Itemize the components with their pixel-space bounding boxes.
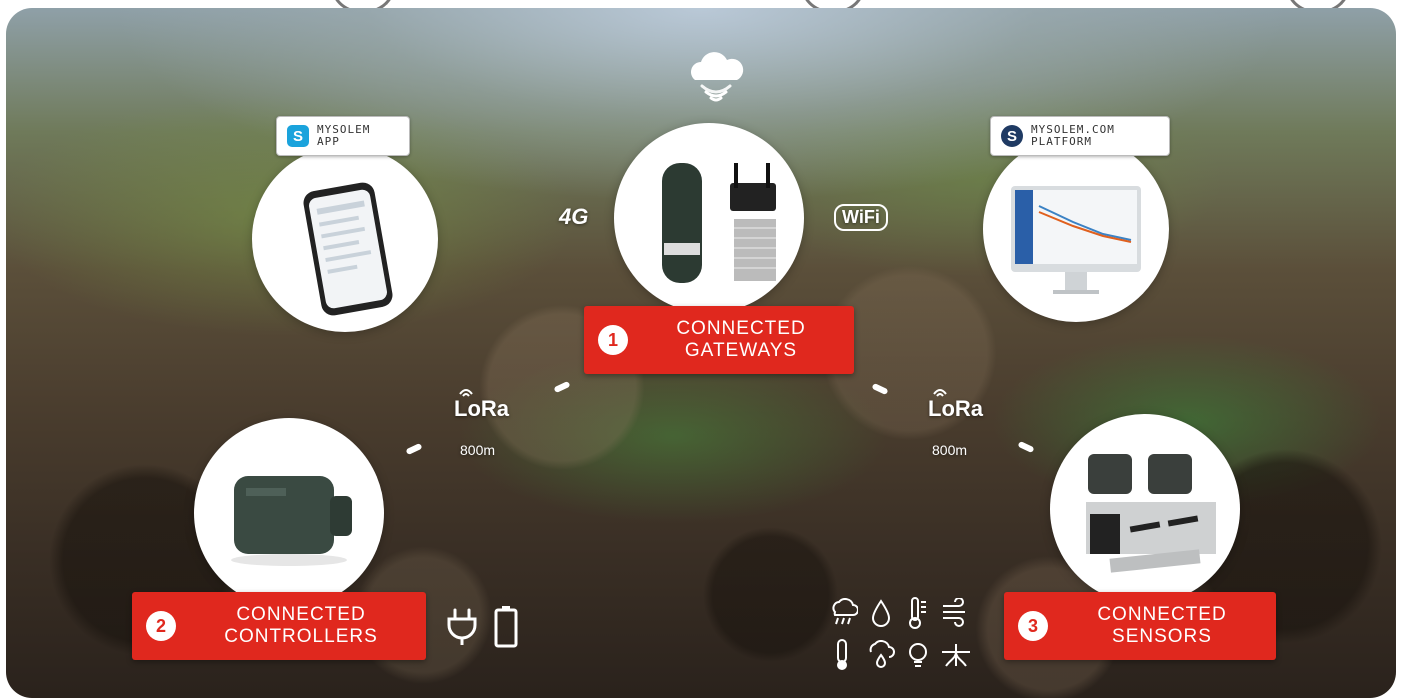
sensors-line2: SENSORS <box>1112 626 1212 647</box>
controllers-line1: CONNECTED <box>236 604 366 625</box>
wifi-label: WiFi <box>834 204 888 231</box>
app-tag-line2: APP <box>317 135 340 148</box>
sensors-circle <box>1050 414 1240 604</box>
lora-signal-icon <box>933 389 947 397</box>
rain-icon <box>832 598 858 625</box>
sensor-devices-image <box>1086 454 1216 573</box>
gateway-circle <box>614 123 804 313</box>
lora-label-left: LoRa <box>454 396 509 421</box>
soil-background: S MYSOLEM APP 1 CONNECTED GATEWAYS 4G WiFi <box>6 8 1396 698</box>
controller-circle <box>194 418 384 608</box>
mysolem-logo-icon: S <box>287 125 309 147</box>
4g-label: 4G <box>559 204 589 229</box>
controller-device-image <box>231 476 352 566</box>
controllers-number-badge: 2 <box>146 611 176 641</box>
plug-icon <box>447 608 477 645</box>
wind-icon <box>943 598 965 627</box>
soil-thermometer-icon <box>909 597 926 629</box>
monitor-image <box>1011 186 1141 294</box>
lora-range-left: 800m <box>460 442 496 458</box>
connected-controllers-label[interactable]: 2 CONNECTED CONTROLLERS <box>132 592 426 660</box>
gateway-devices-image <box>662 163 776 283</box>
sensors-number-badge: 3 <box>1018 611 1048 641</box>
app-circle <box>252 146 438 332</box>
lora-label-right: LoRa <box>928 396 983 421</box>
gateways-line1: CONNECTED <box>676 318 806 339</box>
mysolem-app-tag[interactable]: S MYSOLEM APP <box>276 116 410 156</box>
lora-range-right: 800m <box>932 442 968 458</box>
mysolem-platform-logo-icon: S <box>1001 125 1023 147</box>
gateways-number-badge: 1 <box>598 325 628 355</box>
thermometer-icon <box>837 639 847 670</box>
water-drop-icon <box>871 599 891 627</box>
light-bulb-icon <box>909 643 927 667</box>
gateways-line2: GATEWAYS <box>684 340 798 361</box>
platform-tag-line2: PLATFORM <box>1031 135 1092 148</box>
mysolem-platform-tag[interactable]: S MYSOLEM.COM PLATFORM <box>990 116 1170 156</box>
connected-gateways-label[interactable]: 1 CONNECTED GATEWAYS <box>584 306 854 374</box>
root-icon <box>942 644 970 667</box>
sensors-line1: CONNECTED <box>1097 604 1227 625</box>
battery-icon <box>494 606 518 648</box>
platform-circle <box>983 136 1169 322</box>
connected-sensors-label[interactable]: 3 CONNECTED SENSORS <box>1004 592 1276 660</box>
cloud-icon <box>691 52 744 102</box>
controllers-line2: CONTROLLERS <box>224 626 378 647</box>
smartphone-image <box>303 182 393 316</box>
lora-signal-icon <box>459 389 473 397</box>
humidity-icon <box>869 640 895 668</box>
